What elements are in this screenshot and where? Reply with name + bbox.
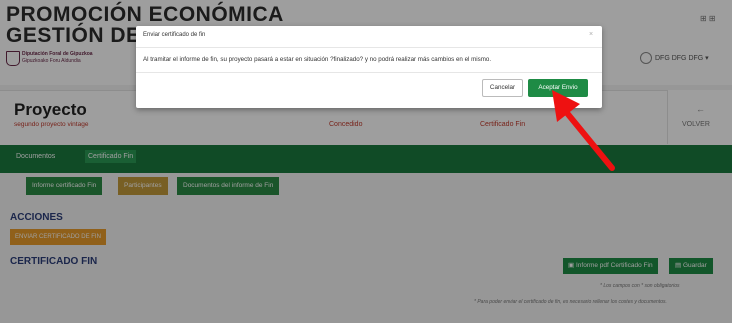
page: PROMOCIÓN ECONÓMICA GESTIÓN DE S Diputac… xyxy=(0,0,732,323)
annotation-arrow-icon xyxy=(552,90,615,171)
